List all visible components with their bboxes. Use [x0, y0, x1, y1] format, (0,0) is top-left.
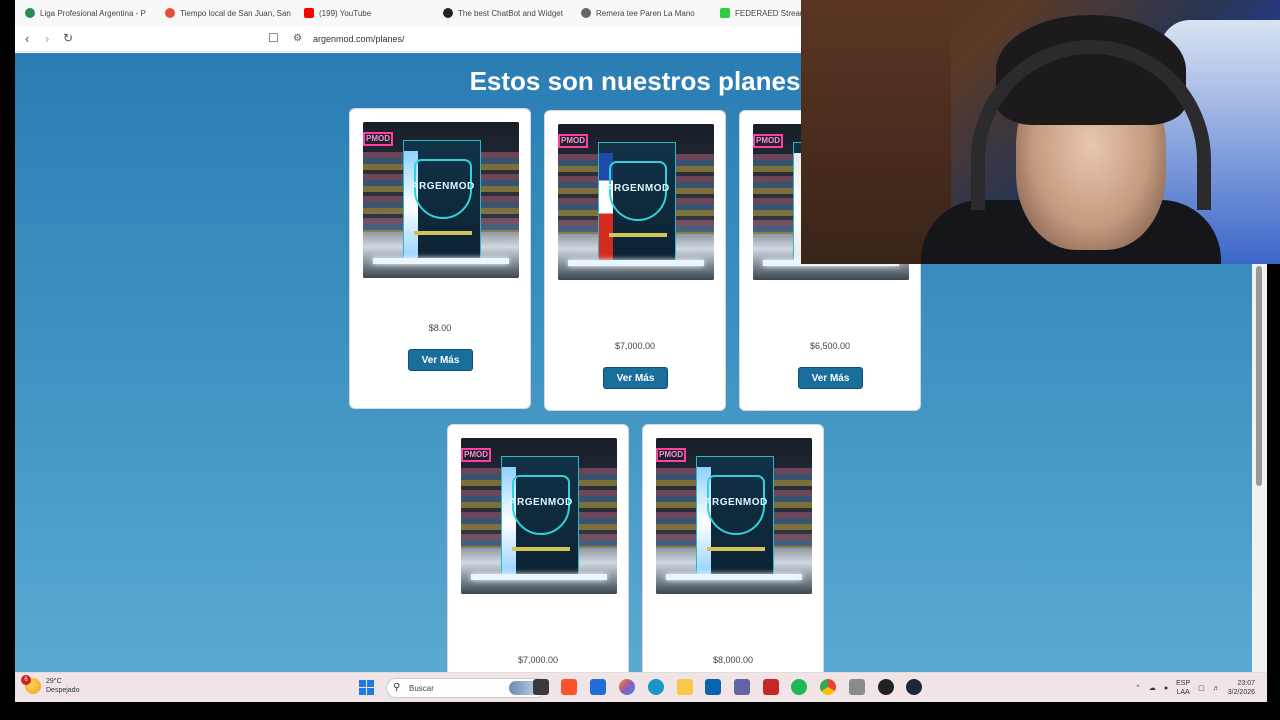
chrome-icon[interactable] — [820, 679, 836, 695]
screen: Liga Profesional Argentina - P Tiempo lo… — [0, 0, 1280, 720]
neon-sign: PMOD — [461, 448, 491, 462]
taskbar-search[interactable]: ⚲ Buscar — [386, 678, 546, 698]
network-icon[interactable]: ☁ — [1149, 684, 1156, 692]
bookmark-item[interactable]: Liga Profesional Argentina - P — [25, 8, 146, 18]
plan-image[interactable]: PMOD ARGENMOD — [656, 438, 812, 594]
url-field[interactable]: argenmod.com/planes/ — [313, 34, 405, 44]
bookmark-label: FEDERAED Stream — [735, 8, 807, 18]
bookmark-favicon-icon — [720, 8, 730, 18]
display-icon[interactable]: ▢ — [1198, 684, 1205, 692]
box-brand: ARGENMOD — [411, 181, 475, 192]
clock-date: 3/2/2026 — [1227, 689, 1255, 696]
steam-icon[interactable] — [906, 679, 922, 695]
ver-mas-button[interactable]: Ver Más — [603, 367, 668, 389]
clock-time: 23:07 — [1237, 680, 1255, 687]
plan-card: PMOD ARGENMOD $7,000.00 — [447, 424, 629, 672]
windows-start-icon[interactable] — [359, 680, 374, 695]
arrow-right-icon[interactable]: › — [45, 32, 49, 45]
spotify-icon[interactable] — [791, 679, 807, 695]
notification-badge: 6 — [21, 675, 31, 685]
task-view-icon[interactable] — [533, 679, 549, 695]
copilot-icon[interactable] — [619, 679, 635, 695]
ver-mas-button[interactable]: Ver Más — [798, 367, 863, 389]
plan-card: PMOD ARGENMOD $8.00 Ver Más — [349, 108, 531, 409]
plan-price: $8,000.00 — [712, 655, 754, 665]
brave-icon[interactable] — [561, 679, 577, 695]
bookmark-icon[interactable]: ☐ — [268, 31, 279, 45]
bookmark-favicon-icon — [25, 8, 35, 18]
edge-icon[interactable] — [648, 679, 664, 695]
microphone-icon[interactable]: ● — [1164, 685, 1168, 692]
search-icon: ⚲ — [393, 682, 401, 693]
bookmark-label: Remera tee Paren La Mano — [596, 8, 695, 18]
weather-widget[interactable]: 6 29°C Despejado — [21, 675, 80, 695]
store-icon[interactable] — [590, 679, 606, 695]
bookmark-label: (199) YouTube — [319, 8, 372, 18]
chevron-up-icon[interactable]: ⌃ — [1135, 684, 1141, 692]
plan-image[interactable]: PMOD ARGENMOD — [363, 122, 519, 278]
tool-icon[interactable] — [849, 679, 865, 695]
language-indicator[interactable]: ESP LAA — [1176, 679, 1190, 697]
weather-temp: 29°C — [46, 678, 62, 685]
ver-mas-button[interactable]: Ver Más — [408, 349, 473, 371]
page-scrollbar[interactable] — [1252, 264, 1267, 672]
plan-image[interactable]: PMOD ARGENMOD — [461, 438, 617, 594]
outlook-icon[interactable] — [705, 679, 721, 695]
neon-sign: PMOD — [656, 448, 686, 462]
teams-icon[interactable] — [734, 679, 750, 695]
search-label: Buscar — [409, 684, 434, 693]
youtube-icon — [304, 8, 314, 18]
volume-icon[interactable]: ♬ — [1213, 685, 1220, 692]
webcam-overlay — [801, 0, 1280, 264]
bookmark-favicon-icon — [443, 8, 453, 18]
bookmark-item[interactable]: Tiempo local de San Juan, San — [165, 8, 291, 18]
plan-price: $7,000.00 — [517, 655, 559, 665]
reload-icon[interactable]: ↻ — [63, 32, 73, 45]
lang-line2: LAA — [1176, 689, 1190, 696]
neon-sign: PMOD — [363, 132, 393, 146]
plan-card: PMOD ARGENMOD $7,000.00 Ver Más — [544, 110, 726, 411]
neon-sign: PMOD — [753, 134, 783, 148]
bookmark-item[interactable]: The best ChatBot and Widget — [443, 8, 563, 18]
plan-price: $6,500.00 — [809, 341, 851, 351]
neon-sign: PMOD — [558, 134, 588, 148]
bookmark-item[interactable]: Remera tee Paren La Mano — [581, 8, 695, 18]
plan-price: $8.00 — [428, 323, 452, 333]
plan-image[interactable]: PMOD ARGENMOD — [558, 124, 714, 280]
plan-card: PMOD ARGENMOD $8,000.00 — [642, 424, 824, 672]
site-info-icon[interactable]: ⚙ — [293, 33, 302, 44]
folder-icon[interactable] — [677, 679, 693, 695]
bookmark-item[interactable]: FEDERAED Stream — [720, 8, 807, 18]
box-brand: ARGENMOD — [606, 183, 670, 194]
clock[interactable]: 23:07 3/2/2026 — [1228, 679, 1255, 697]
sun-icon: 6 — [21, 675, 41, 694]
system-tray: ⌃ ☁ ● ESP LAA ▢ ♬ 23:07 3/2/2026 — [1135, 677, 1255, 699]
lang-line1: ESP — [1176, 680, 1191, 687]
app-dark-icon[interactable] — [878, 679, 894, 695]
box-brand: ARGENMOD — [704, 497, 768, 508]
bookmark-favicon-icon — [165, 8, 175, 18]
plan-price: $7,000.00 — [614, 341, 656, 351]
app-red-icon[interactable] — [763, 679, 779, 695]
bookmark-label: The best ChatBot and Widget — [458, 8, 563, 18]
weather-desc: Despejado — [46, 687, 80, 694]
arrow-left-icon[interactable]: ‹ — [25, 32, 29, 45]
bookmark-label: Liga Profesional Argentina - P — [40, 8, 146, 18]
bookmark-item[interactable]: (199) YouTube — [304, 8, 371, 18]
scrollbar-thumb[interactable] — [1256, 266, 1262, 486]
box-brand: ARGENMOD — [509, 497, 573, 508]
bookmark-favicon-icon — [581, 8, 591, 18]
bookmark-label: Tiempo local de San Juan, San — [180, 8, 291, 18]
taskbar: 6 29°C Despejado ⚲ Buscar ⌃ ☁ ● ESP LAA … — [15, 672, 1267, 702]
